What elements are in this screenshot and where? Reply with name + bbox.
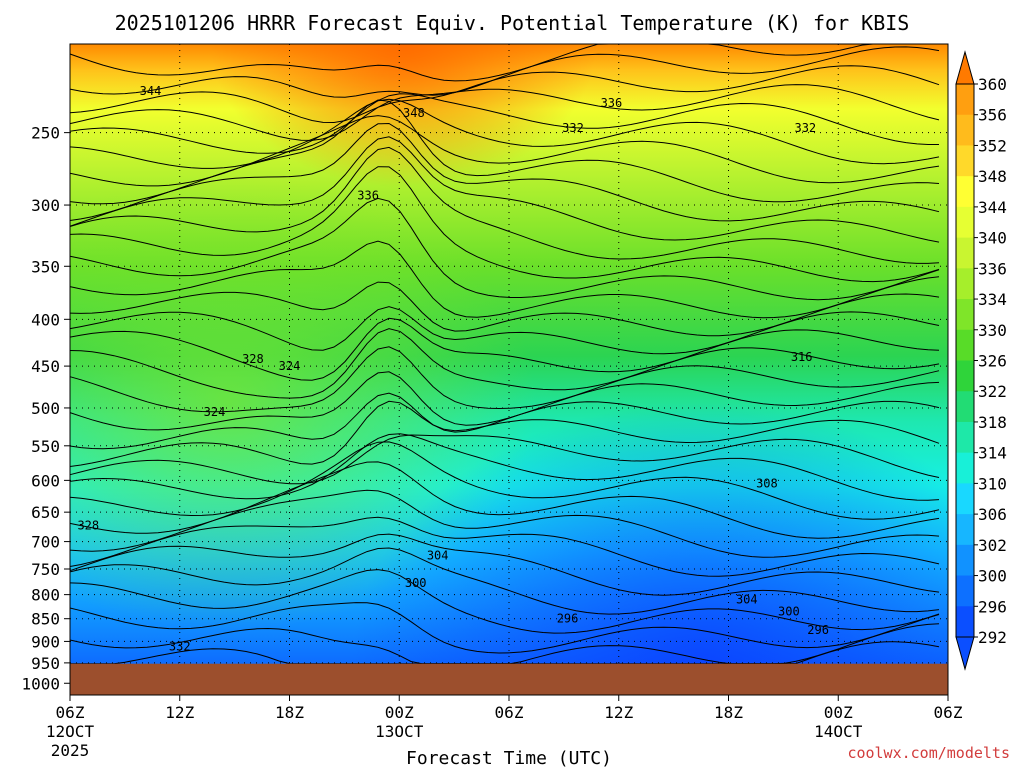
colorbar-label: 318 bbox=[978, 413, 1007, 432]
x-year-label: 2025 bbox=[51, 741, 90, 760]
cold-pool-overlay bbox=[70, 44, 948, 695]
x-date-label: 13OCT bbox=[375, 722, 424, 741]
y-tick-label: 900 bbox=[31, 632, 60, 651]
colorbar-label: 348 bbox=[978, 167, 1007, 186]
colorbar-swatch bbox=[956, 299, 974, 331]
colorbar-label: 292 bbox=[978, 628, 1007, 647]
colorbar-swatch bbox=[956, 514, 974, 546]
contour-label: 324 bbox=[279, 359, 301, 373]
contour-label: 308 bbox=[756, 477, 778, 491]
colorbar-label: 306 bbox=[978, 505, 1007, 524]
y-tick-label: 300 bbox=[31, 196, 60, 215]
colorbar-swatch bbox=[956, 145, 974, 177]
colorbar-swatch bbox=[956, 544, 974, 577]
colorbar-label: 360 bbox=[978, 75, 1007, 94]
colorbar-label: 330 bbox=[978, 321, 1007, 340]
colorbar-label: 310 bbox=[978, 474, 1007, 493]
x-tick-label: 18Z bbox=[714, 703, 743, 722]
contour-label: 304 bbox=[736, 593, 758, 607]
x-date-label: 14OCT bbox=[814, 722, 863, 741]
colorbar-label: 302 bbox=[978, 536, 1007, 555]
y-tick-label: 800 bbox=[31, 586, 60, 605]
colorbar-swatch bbox=[956, 84, 974, 116]
contour-label: 332 bbox=[562, 121, 584, 135]
contour-label: 336 bbox=[357, 189, 379, 203]
y-tick-label: 500 bbox=[31, 399, 60, 418]
colorbar-swatch bbox=[956, 237, 974, 269]
colorbar-label: 322 bbox=[978, 382, 1007, 401]
y-tick-label: 950 bbox=[31, 654, 60, 673]
contour-label: 296 bbox=[557, 612, 579, 626]
colorbar-label: 340 bbox=[978, 229, 1007, 248]
colorbar-swatch bbox=[956, 360, 974, 392]
contour-label: 324 bbox=[204, 405, 226, 419]
contour-label: 348 bbox=[403, 106, 425, 120]
colorbar-label: 296 bbox=[978, 597, 1007, 616]
y-tick-label: 1000 bbox=[21, 674, 60, 693]
y-tick-label: 700 bbox=[31, 533, 60, 552]
chart-title: 2025101206 HRRR Forecast Equiv. Potentia… bbox=[115, 11, 910, 35]
chart: 2025101206 HRRR Forecast Equiv. Potentia… bbox=[21, 11, 1010, 768]
colorbar-swatch bbox=[956, 483, 974, 515]
colorbar-label: 344 bbox=[978, 198, 1007, 217]
contour-label: 332 bbox=[794, 121, 816, 135]
colorbar-swatch bbox=[956, 206, 974, 239]
y-tick-label: 450 bbox=[31, 357, 60, 376]
y-tick-label: 850 bbox=[31, 610, 60, 629]
contour-label: 336 bbox=[601, 96, 623, 110]
contour-label: 316 bbox=[791, 350, 813, 364]
colorbar-swatch bbox=[956, 421, 974, 454]
colorbar-swatch bbox=[956, 606, 974, 638]
contour-label: 300 bbox=[778, 605, 800, 619]
ground-below-surface bbox=[70, 663, 948, 695]
y-tick-label: 550 bbox=[31, 437, 60, 456]
y-tick-label: 350 bbox=[31, 257, 60, 276]
y-tick-label: 600 bbox=[31, 471, 60, 490]
x-tick-label: 06Z bbox=[56, 703, 85, 722]
contour-label: 296 bbox=[807, 623, 829, 637]
plot-area: 344348336332 3323363283243243163083283043… bbox=[69, 43, 949, 696]
colorbar-label: 334 bbox=[978, 290, 1007, 309]
colorbar-swatch bbox=[956, 329, 974, 361]
x-tick-label: 12Z bbox=[165, 703, 194, 722]
x-date-label: 12OCT bbox=[46, 722, 95, 741]
colorbar-bottom-arrow bbox=[955, 636, 975, 671]
contour-label: 332 bbox=[169, 640, 191, 654]
x-tick-label: 18Z bbox=[275, 703, 304, 722]
colorbar-label: 336 bbox=[978, 259, 1007, 278]
colorbar-label: 300 bbox=[978, 567, 1007, 586]
y-tick-label: 750 bbox=[31, 560, 60, 579]
contour-label: 300 bbox=[405, 576, 427, 590]
colorbar-swatch bbox=[956, 176, 974, 208]
colorbar-label: 314 bbox=[978, 444, 1007, 463]
x-tick-label: 12Z bbox=[604, 703, 633, 722]
x-tick-label: 00Z bbox=[385, 703, 414, 722]
x-tick-label: 06Z bbox=[495, 703, 524, 722]
colorbar-label: 326 bbox=[978, 352, 1007, 371]
y-tick-label: 650 bbox=[31, 503, 60, 522]
colorbar-swatch bbox=[956, 268, 974, 300]
colorbar: 360 356 352 348 344 340 336 334 330 326 322 318 314 3… bbox=[955, 50, 1007, 671]
y-tick-label: 400 bbox=[31, 310, 60, 329]
colorbar-swatch bbox=[956, 575, 974, 607]
colorbar-label: 352 bbox=[978, 136, 1007, 155]
contour-label: 304 bbox=[427, 549, 449, 563]
colorbar-label: 356 bbox=[978, 106, 1007, 125]
y-axis: 250 300 350 400 450 500 550 600 650 700 750 800 850 9… bbox=[21, 124, 70, 693]
x-tick-label: 06Z bbox=[934, 703, 963, 722]
credit-text: coolwx.com/modelts bbox=[847, 744, 1010, 762]
colorbar-swatch bbox=[956, 391, 974, 423]
x-tick-label: 00Z bbox=[824, 703, 853, 722]
colorbar-swatch bbox=[956, 452, 974, 484]
colorbar-swatch bbox=[956, 114, 974, 146]
contour-label: 328 bbox=[77, 518, 99, 532]
colorbar-top-arrow bbox=[955, 50, 975, 85]
y-tick-label: 250 bbox=[31, 124, 60, 143]
contour-label: 328 bbox=[242, 352, 264, 366]
x-axis-label: Forecast Time (UTC) bbox=[406, 748, 612, 768]
contour-label: 344 bbox=[140, 84, 162, 98]
